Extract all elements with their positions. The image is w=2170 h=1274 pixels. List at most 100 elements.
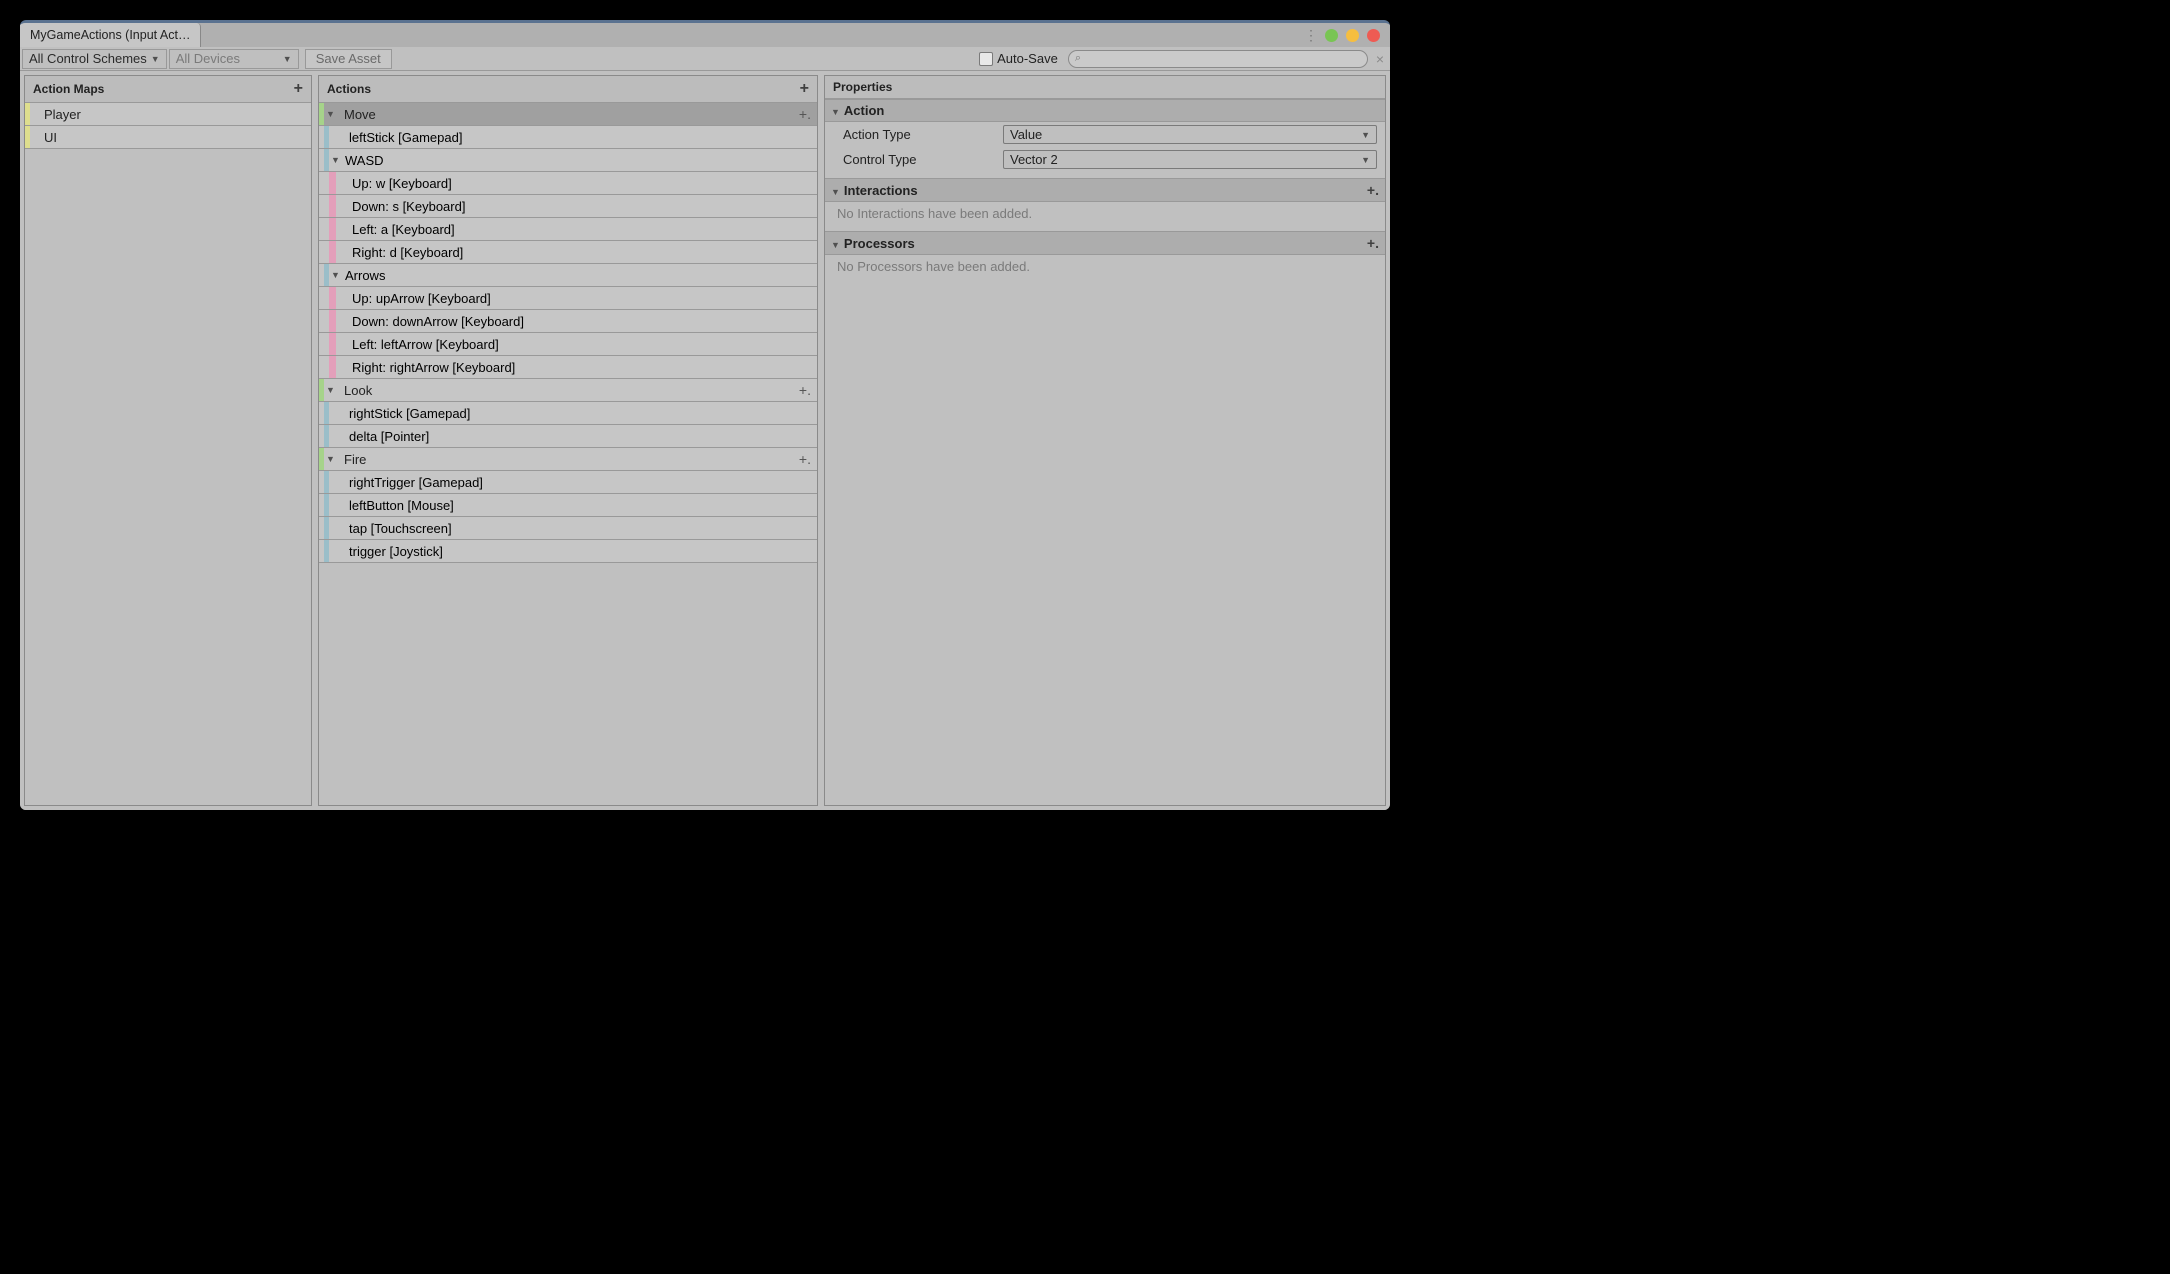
action-item[interactable]: ▼ Move +.: [319, 103, 817, 126]
part-label: Right: rightArrow [Keyboard]: [336, 360, 817, 375]
action-item[interactable]: ▼ Fire +.: [319, 448, 817, 471]
action-maps-title: Action Maps: [33, 82, 104, 96]
composite-item[interactable]: ▼ Arrows: [319, 264, 817, 287]
action-type-value: Value: [1010, 127, 1042, 142]
action-type-select[interactable]: Value ▼: [1003, 125, 1377, 144]
maps-list: Player UI: [25, 103, 311, 149]
binding-item[interactable]: leftButton [Mouse]: [319, 494, 817, 517]
actions-header: Actions +: [319, 76, 817, 103]
action-label: Move: [340, 107, 799, 122]
action-item[interactable]: ▼ Look +.: [319, 379, 817, 402]
binding-label: leftStick [Gamepad]: [329, 130, 817, 145]
binding-item[interactable]: rightStick [Gamepad]: [319, 402, 817, 425]
composite-label: Arrows: [343, 268, 817, 283]
window-title: MyGameActions (Input Act…: [30, 28, 190, 42]
autosave-toggle[interactable]: Auto-Save: [979, 51, 1058, 66]
add-interaction-button[interactable]: +.: [1367, 182, 1379, 198]
composite-item[interactable]: ▼ WASD: [319, 149, 817, 172]
devices-label: All Devices: [176, 51, 240, 66]
composite-part-item[interactable]: Right: d [Keyboard]: [319, 241, 817, 264]
section-action-label: Action: [844, 103, 884, 118]
composite-part-item[interactable]: Left: a [Keyboard]: [319, 218, 817, 241]
properties-header: Properties: [825, 76, 1385, 99]
control-type-value: Vector 2: [1010, 152, 1058, 167]
control-type-label: Control Type: [843, 152, 1003, 167]
kebab-icon[interactable]: ⋮: [1304, 27, 1317, 44]
stripe: [324, 264, 329, 286]
binding-item[interactable]: tap [Touchscreen]: [319, 517, 817, 540]
binding-label: tap [Touchscreen]: [329, 521, 817, 536]
stripe: [324, 149, 329, 171]
maximize-icon[interactable]: [1346, 29, 1359, 42]
action-type-row: Action Type Value ▼: [825, 122, 1385, 147]
add-binding-button[interactable]: +.: [799, 382, 811, 398]
composite-part-item[interactable]: Down: s [Keyboard]: [319, 195, 817, 218]
part-label: Right: d [Keyboard]: [336, 245, 817, 260]
binding-item[interactable]: leftStick [Gamepad]: [319, 126, 817, 149]
devices-dropdown[interactable]: All Devices ▼: [169, 49, 299, 69]
foldout-icon[interactable]: ▼: [326, 385, 340, 395]
search-input[interactable]: ⌕: [1068, 50, 1368, 68]
control-type-select[interactable]: Vector 2 ▼: [1003, 150, 1377, 169]
close-icon[interactable]: [1367, 29, 1380, 42]
autosave-label: Auto-Save: [997, 51, 1058, 66]
foldout-icon[interactable]: ▼: [326, 109, 340, 119]
map-label: Player: [30, 107, 311, 122]
composite-part-item[interactable]: Up: upArrow [Keyboard]: [319, 287, 817, 310]
body: Action Maps + Player UI Actions + ▼ Move …: [20, 71, 1390, 810]
stripe: [329, 310, 336, 332]
section-processors-label: Processors: [844, 236, 915, 251]
properties-title: Properties: [833, 80, 892, 94]
properties-panel: Properties ▼Action Action Type Value ▼ C…: [824, 75, 1386, 806]
composite-part-item[interactable]: Up: w [Keyboard]: [319, 172, 817, 195]
minimize-icon[interactable]: [1325, 29, 1338, 42]
action-map-item[interactable]: Player: [25, 103, 311, 126]
control-type-row: Control Type Vector 2 ▼: [825, 147, 1385, 172]
section-interactions[interactable]: ▼Interactions +.: [825, 178, 1385, 202]
map-label: UI: [30, 130, 311, 145]
stripe: [329, 287, 336, 309]
binding-item[interactable]: delta [Pointer]: [319, 425, 817, 448]
control-scheme-label: All Control Schemes: [29, 51, 147, 66]
action-maps-header: Action Maps +: [25, 76, 311, 103]
actions-panel: Actions + ▼ Move +. leftStick [Gamepad] …: [318, 75, 818, 806]
add-action-button[interactable]: +: [800, 80, 809, 98]
section-processors[interactable]: ▼Processors +.: [825, 231, 1385, 255]
foldout-icon: ▼: [831, 187, 840, 197]
action-label: Fire: [340, 452, 799, 467]
part-label: Down: downArrow [Keyboard]: [336, 314, 817, 329]
add-map-button[interactable]: +: [294, 80, 303, 98]
composite-part-item[interactable]: Right: rightArrow [Keyboard]: [319, 356, 817, 379]
window-tab[interactable]: MyGameActions (Input Act…: [20, 23, 201, 47]
composite-part-item[interactable]: Left: leftArrow [Keyboard]: [319, 333, 817, 356]
chevron-down-icon: ▼: [283, 54, 292, 64]
add-binding-button[interactable]: +.: [799, 451, 811, 467]
part-label: Up: upArrow [Keyboard]: [336, 291, 817, 306]
clear-search-button[interactable]: ×: [1376, 51, 1384, 67]
binding-label: leftButton [Mouse]: [329, 498, 817, 513]
add-processor-button[interactable]: +.: [1367, 235, 1379, 251]
editor-window: MyGameActions (Input Act… ⋮ All Control …: [20, 20, 1390, 810]
interactions-empty: No Interactions have been added.: [825, 202, 1385, 225]
stripe: [319, 448, 324, 470]
foldout-icon[interactable]: ▼: [331, 155, 343, 165]
composite-label: WASD: [343, 153, 817, 168]
binding-item[interactable]: trigger [Joystick]: [319, 540, 817, 563]
section-action[interactable]: ▼Action: [825, 99, 1385, 122]
action-type-label: Action Type: [843, 127, 1003, 142]
save-asset-button[interactable]: Save Asset: [305, 49, 392, 69]
autosave-checkbox[interactable]: [979, 52, 993, 66]
chevron-down-icon: ▼: [1361, 130, 1370, 140]
action-label: Look: [340, 383, 799, 398]
composite-part-item[interactable]: Down: downArrow [Keyboard]: [319, 310, 817, 333]
control-scheme-dropdown[interactable]: All Control Schemes ▼: [22, 49, 167, 69]
binding-item[interactable]: rightTrigger [Gamepad]: [319, 471, 817, 494]
stripe: [329, 241, 336, 263]
action-map-item[interactable]: UI: [25, 126, 311, 149]
part-label: Left: leftArrow [Keyboard]: [336, 337, 817, 352]
binding-label: rightStick [Gamepad]: [329, 406, 817, 421]
foldout-icon[interactable]: ▼: [326, 454, 340, 464]
add-binding-button[interactable]: +.: [799, 106, 811, 122]
foldout-icon[interactable]: ▼: [331, 270, 343, 280]
chevron-down-icon: ▼: [1361, 155, 1370, 165]
